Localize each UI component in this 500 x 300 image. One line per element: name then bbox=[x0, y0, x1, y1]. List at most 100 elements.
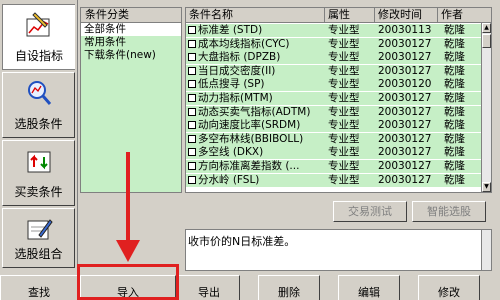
cell-modified: 20030127 bbox=[375, 173, 438, 187]
delete-button[interactable]: 删除 bbox=[258, 275, 320, 300]
cell-modified: 20030127 bbox=[375, 51, 438, 65]
cell-author-text: 乾隆 bbox=[444, 160, 465, 172]
sidebar-item-stock-selection[interactable]: 选股条件 bbox=[2, 72, 75, 138]
category-item-common[interactable]: 常用条件 bbox=[81, 36, 181, 49]
scroll-down-icon[interactable]: ▼ bbox=[482, 182, 491, 192]
row-checkbox[interactable] bbox=[188, 175, 196, 184]
cell-modified-text: 20030127 bbox=[378, 132, 432, 145]
cell-name: 标准差 (STD) bbox=[186, 24, 325, 37]
cell-name: 动力指标(MTM) bbox=[186, 92, 325, 105]
cell-property: 专业型 bbox=[325, 146, 375, 160]
indicator-list[interactable]: 条件名称 属性 修改时间 作者 标准差 (STD) 专业型 20030113 乾隆 成本… bbox=[185, 7, 492, 193]
cell-name-text: 动态买卖气指标(ADTM) bbox=[198, 105, 311, 118]
cell-property-text: 专业型 bbox=[328, 51, 360, 64]
row-checkbox[interactable] bbox=[188, 94, 196, 102]
cell-name-text: 低点搜寻 (SP) bbox=[198, 78, 265, 91]
column-header-name[interactable]: 条件名称 bbox=[186, 8, 325, 23]
row-checkbox[interactable] bbox=[188, 53, 196, 62]
cell-author-text: 乾隆 bbox=[444, 132, 465, 145]
cell-property-text: 专业型 bbox=[328, 173, 360, 186]
cell-name-text: 方向标准离差指数 (... bbox=[198, 160, 300, 172]
sidebar-item-stock-portfolio[interactable]: 选股组合 bbox=[2, 208, 75, 268]
cell-name: 方向标准离差指数 (... bbox=[186, 160, 325, 173]
table-row[interactable]: 多空线 (DKX) 专业型 20030127 乾隆 bbox=[186, 146, 491, 160]
row-checkbox[interactable] bbox=[188, 39, 196, 48]
cell-modified: 20030127 bbox=[375, 119, 438, 133]
cell-property: 专业型 bbox=[325, 37, 375, 51]
cell-modified-text: 20030127 bbox=[378, 92, 432, 104]
trade-test-button[interactable]: 交易测试 bbox=[333, 201, 407, 222]
category-item-all[interactable]: 全部条件 bbox=[81, 23, 181, 36]
cell-modified: 20030127 bbox=[375, 105, 438, 119]
description-scrollbar[interactable] bbox=[481, 230, 491, 270]
cell-modified: 20030127 bbox=[375, 132, 438, 146]
table-row[interactable]: 动力指标(MTM) 专业型 20030127 乾隆 bbox=[186, 92, 491, 105]
cell-name-text: 动力指标(MTM) bbox=[198, 92, 273, 104]
cell-author: 乾隆 bbox=[438, 24, 482, 37]
cell-property: 专业型 bbox=[325, 78, 375, 92]
table-row[interactable]: 方向标准离差指数 (... 专业型 20030127 乾隆 bbox=[186, 160, 491, 173]
table-row[interactable]: 标准差 (STD) 专业型 20030113 乾隆 bbox=[186, 24, 491, 37]
cell-name-text: 多空布林线(BBIBOLL) bbox=[198, 132, 304, 145]
cell-property-text: 专业型 bbox=[328, 146, 360, 159]
smart-select-button[interactable]: 智能选股 bbox=[412, 201, 486, 222]
sidebar-item-trade-conditions[interactable]: 买卖条件 bbox=[2, 140, 75, 206]
modify-button[interactable]: 修改 bbox=[418, 275, 480, 300]
cell-property-text: 专业型 bbox=[328, 105, 360, 118]
row-checkbox[interactable] bbox=[188, 66, 196, 75]
table-row[interactable]: 分水岭 (FSL) 专业型 20030127 乾隆 bbox=[186, 173, 491, 187]
category-item-downloaded[interactable]: 下载条件(new) bbox=[81, 49, 181, 62]
cell-name: 成本均线指标(CYC) bbox=[186, 37, 325, 51]
cell-author: 乾隆 bbox=[438, 146, 482, 160]
column-header-modified[interactable]: 修改时间 bbox=[375, 8, 438, 23]
cell-property-text: 专业型 bbox=[328, 92, 360, 104]
cell-author-text: 乾隆 bbox=[444, 173, 465, 186]
row-checkbox[interactable] bbox=[188, 162, 196, 170]
edit-button[interactable]: 编辑 bbox=[338, 275, 400, 300]
cell-property: 专业型 bbox=[325, 64, 375, 78]
bottom-toolbar: 查找 导入 导出 删除 编辑 修改 bbox=[0, 272, 500, 300]
row-checkbox[interactable] bbox=[188, 134, 196, 143]
cell-name: 当日成交密度(II) bbox=[186, 64, 325, 78]
cell-property: 专业型 bbox=[325, 132, 375, 146]
cell-name-text: 标准差 (STD) bbox=[198, 24, 263, 36]
cell-name: 动态买卖气指标(ADTM) bbox=[186, 105, 325, 119]
table-row[interactable]: 动态买卖气指标(ADTM) 专业型 20030127 乾隆 bbox=[186, 105, 491, 119]
row-checkbox[interactable] bbox=[188, 121, 196, 130]
cell-property: 专业型 bbox=[325, 119, 375, 133]
table-row[interactable]: 成本均线指标(CYC) 专业型 20030127 乾隆 bbox=[186, 37, 491, 51]
table-row[interactable]: 大盘指标 (DPZB) 专业型 20030127 乾隆 bbox=[186, 51, 491, 65]
cell-property-text: 专业型 bbox=[328, 78, 360, 91]
row-checkbox[interactable] bbox=[188, 107, 196, 116]
table-row[interactable]: 当日成交密度(II) 专业型 20030127 乾隆 bbox=[186, 64, 491, 78]
column-header-property[interactable]: 属性 bbox=[325, 8, 375, 23]
column-header-author[interactable]: 作者 bbox=[438, 8, 482, 23]
table-row[interactable]: 动向速度比率(SRDM) 专业型 20030127 乾隆 bbox=[186, 119, 491, 133]
cell-author-text: 乾隆 bbox=[444, 24, 465, 36]
cell-property: 专业型 bbox=[325, 51, 375, 65]
table-row[interactable]: 多空布林线(BBIBOLL) 专业型 20030127 乾隆 bbox=[186, 132, 491, 146]
annotation-arrow-icon bbox=[116, 152, 140, 262]
export-button[interactable]: 导出 bbox=[178, 275, 240, 300]
cell-author: 乾隆 bbox=[438, 160, 482, 173]
find-button[interactable]: 查找 bbox=[0, 275, 78, 300]
cell-author-text: 乾隆 bbox=[444, 37, 465, 50]
cell-modified: 20030127 bbox=[375, 37, 438, 51]
cell-name: 多空线 (DKX) bbox=[186, 146, 325, 160]
sidebar-item-custom-indicator[interactable]: 自设指标 bbox=[2, 4, 75, 70]
row-checkbox[interactable] bbox=[188, 26, 196, 34]
description-text: 收市价的N日标准差。 bbox=[188, 235, 296, 248]
cell-author: 乾隆 bbox=[438, 119, 482, 133]
cell-author: 乾隆 bbox=[438, 64, 482, 78]
cell-author-text: 乾隆 bbox=[444, 119, 465, 132]
row-checkbox[interactable] bbox=[188, 80, 196, 89]
scroll-up-icon[interactable]: ▲ bbox=[482, 23, 491, 33]
table-row[interactable]: 低点搜寻 (SP) 专业型 20030120 乾隆 bbox=[186, 78, 491, 92]
cell-author: 乾隆 bbox=[438, 51, 482, 65]
scroll-thumb[interactable] bbox=[482, 34, 491, 48]
arrows-chart-icon bbox=[27, 151, 51, 173]
list-scrollbar[interactable]: ▲ ▼ bbox=[481, 23, 491, 192]
cell-author: 乾隆 bbox=[438, 105, 482, 119]
cell-name-text: 多空线 (DKX) bbox=[198, 146, 264, 159]
row-checkbox[interactable] bbox=[188, 148, 196, 157]
